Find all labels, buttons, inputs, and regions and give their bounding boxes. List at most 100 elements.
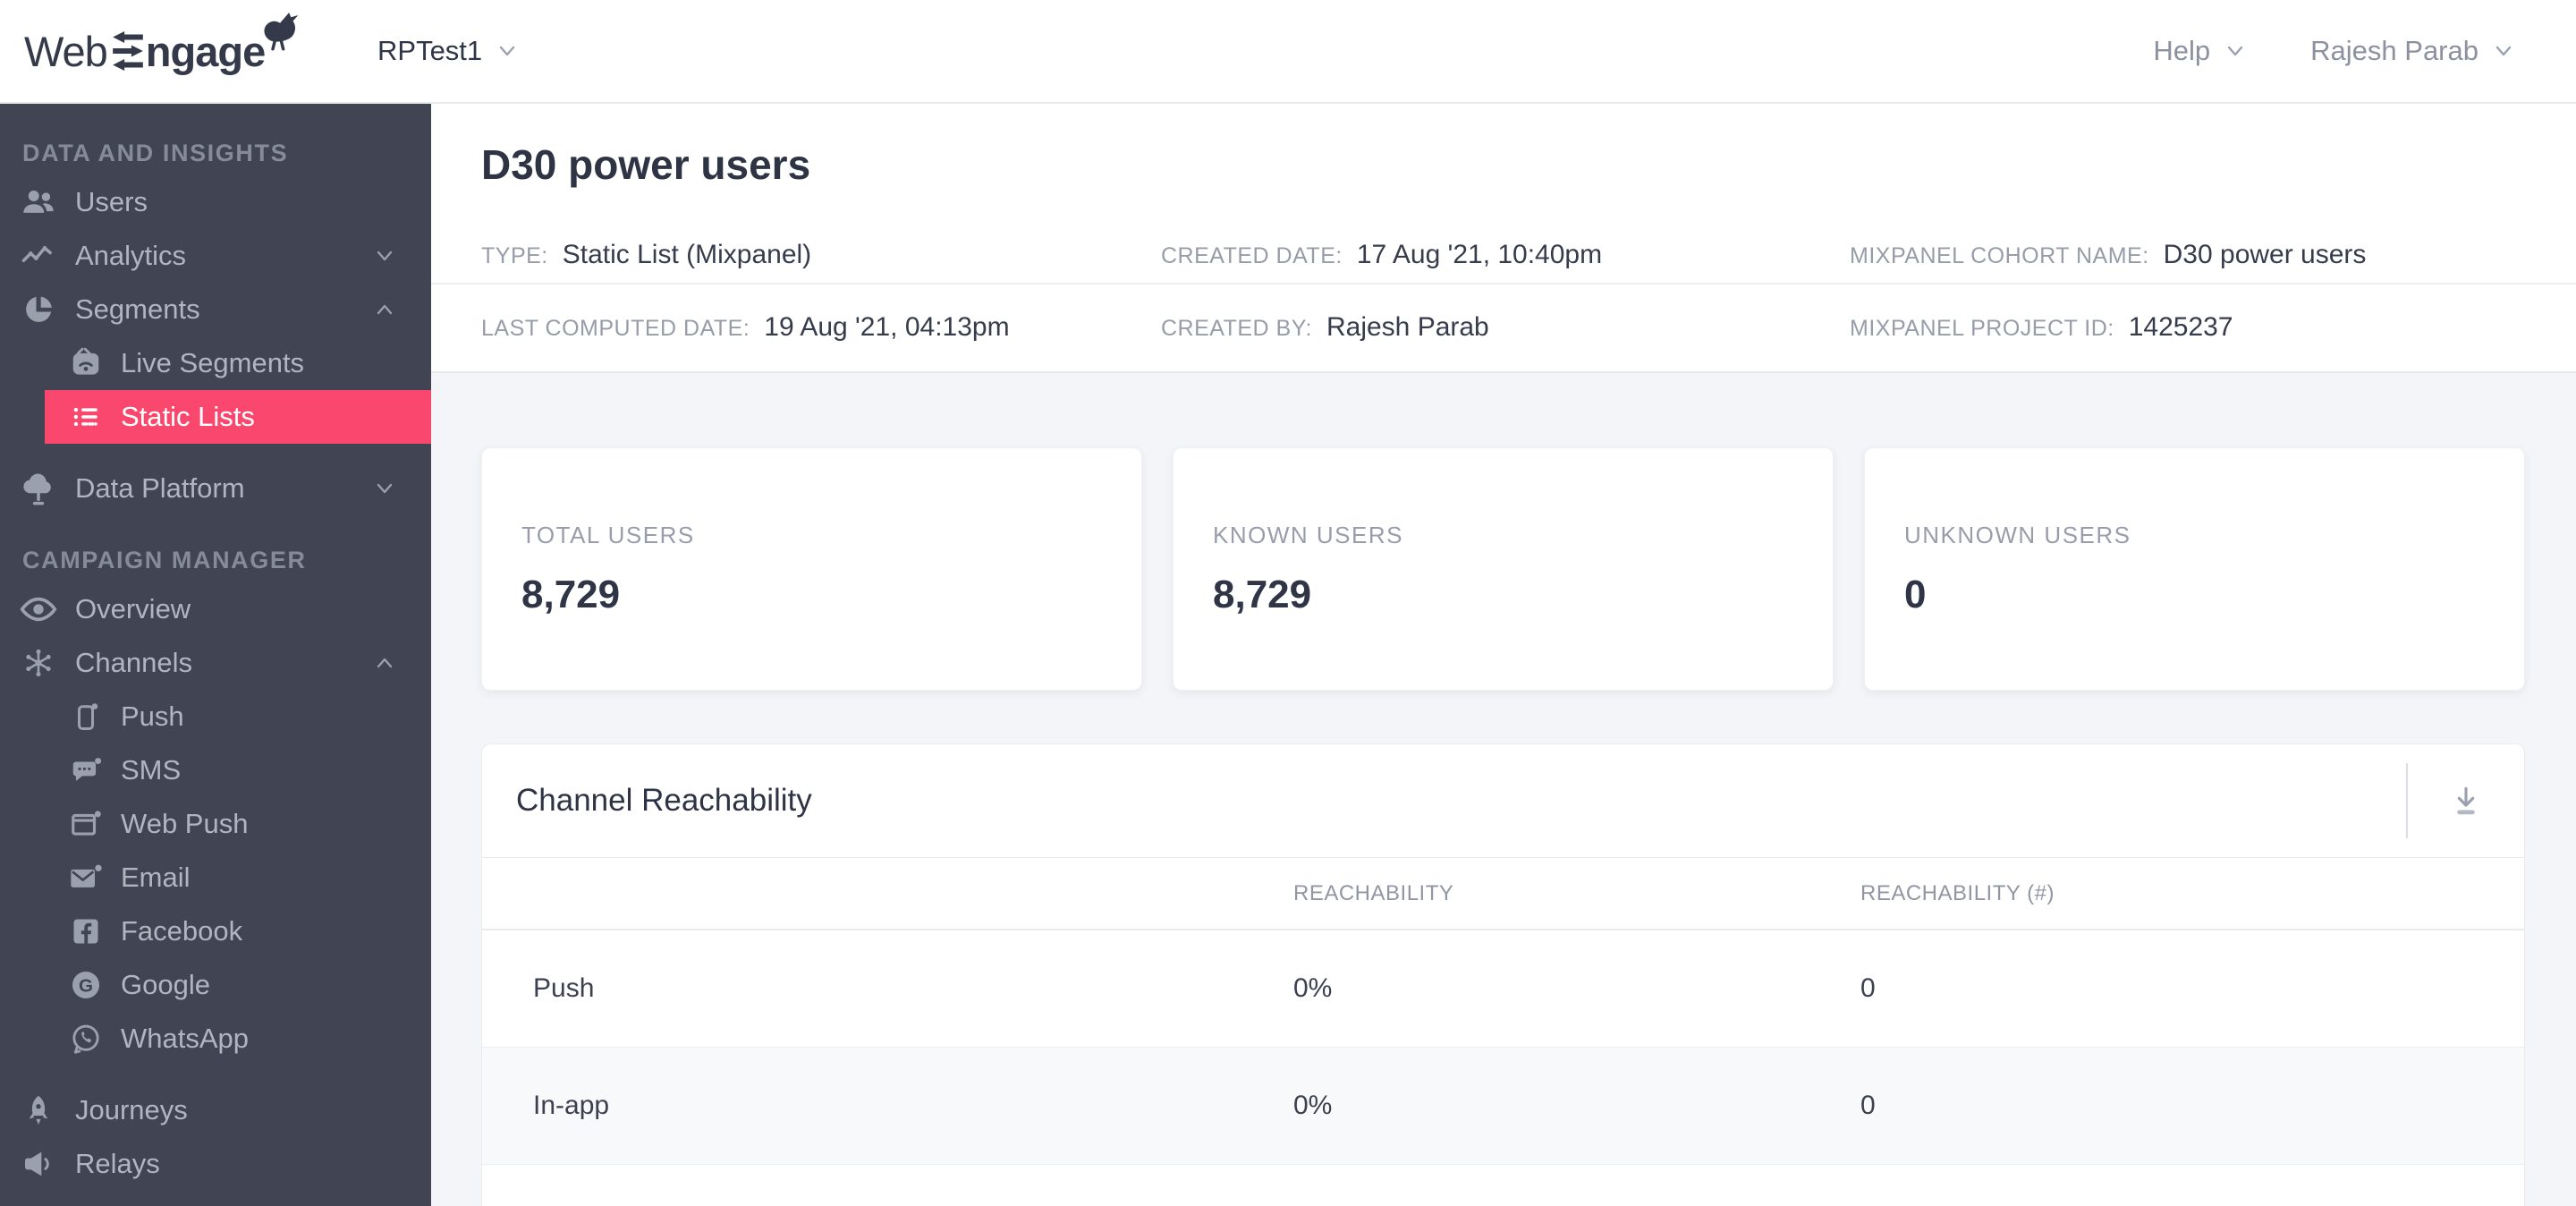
sidebar-item-sms[interactable]: SMS (0, 743, 431, 797)
meta-value: 17 Aug '21, 10:40pm (1356, 240, 1603, 269)
chevron-down-icon (2221, 37, 2250, 65)
sidebar-item-label: Analytics (75, 240, 187, 271)
cell-count: 0 (1860, 1091, 1876, 1120)
sidebar-item-label: Live Segments (121, 347, 305, 378)
sidebar-item-label: Overview (75, 593, 191, 624)
meta-label: MIXPANEL COHORT NAME: (1850, 243, 2149, 268)
stat-value: 8,729 (521, 572, 621, 616)
sidebar-item-label: Email (121, 862, 191, 893)
sidebar-item-label: Channels (75, 647, 192, 678)
panel-title: Channel Reachability (516, 783, 812, 818)
meta-label: MIXPANEL PROJECT ID: (1850, 315, 2114, 341)
sidebar-item-label: Segments (75, 293, 200, 325)
users-icon (18, 183, 59, 221)
sidebar: DATA AND INSIGHTS Users Analytics Segmen… (0, 104, 431, 1206)
sidebar-item-label: Users (75, 186, 148, 217)
meta-type: TYPE: Static List (Mixpanel) (481, 240, 1161, 270)
channel-reachability-panel: Channel Reachability REACHABILITY REACHA… (481, 743, 2525, 1206)
sidebar-item-email[interactable]: Email (0, 851, 431, 904)
sidebar-item-overview[interactable]: Overview (0, 582, 431, 636)
sidebar-item-label: Facebook (121, 915, 243, 947)
sidebar-item-users[interactable]: Users (0, 175, 431, 229)
facebook-icon (67, 915, 105, 947)
eye-icon (18, 590, 59, 629)
data-platform-icon (18, 470, 59, 507)
table-row-push: Push 0% 0 (482, 930, 2524, 1048)
logo-text-engage: ngage (145, 27, 266, 75)
chevron-down-icon (370, 242, 399, 270)
sidebar-item-label: Journeys (75, 1094, 188, 1125)
user-name: Rajesh Parab (2310, 35, 2479, 66)
meta-last-computed-date: LAST COMPUTED DATE: 19 Aug '21, 04:13pm (481, 312, 1161, 343)
sidebar-item-static-lists[interactable]: Static Lists (45, 390, 431, 444)
segments-icon (18, 292, 59, 327)
sidebar-item-live-segments[interactable]: Live Segments (0, 336, 431, 390)
sidebar-item-analytics[interactable]: Analytics (0, 229, 431, 283)
topbar: Web ngage RPTest1 Help Rajesh Parab (0, 0, 2576, 104)
sidebar-item-label: Push (121, 701, 184, 732)
meta-mixpanel-cohort-name: MIXPANEL COHORT NAME: D30 power users (1850, 240, 2576, 270)
meta-value: Rajesh Parab (1326, 311, 1489, 342)
topbar-right: Help Rajesh Parab (2153, 35, 2518, 67)
logo-arrows-e-icon (112, 31, 143, 71)
meta-created-by: CREATED BY: Rajesh Parab (1161, 312, 1850, 343)
channels-hub-icon (18, 645, 59, 681)
whatsapp-icon (67, 1022, 105, 1056)
meta-value: D30 power users (2163, 240, 2367, 269)
sidebar-item-label: Static Lists (121, 401, 255, 432)
sidebar-item-push[interactable]: Push (0, 690, 431, 743)
project-switcher[interactable]: RPTest1 (377, 35, 521, 67)
stat-label: TOTAL USERS (521, 521, 695, 548)
sidebar-item-label: SMS (121, 754, 182, 786)
user-menu[interactable]: Rajesh Parab (2310, 35, 2518, 67)
browser-window-icon (67, 807, 105, 841)
main-content: D30 power users TYPE: Static List (Mixpa… (431, 104, 2576, 1206)
project-name: RPTest1 (377, 35, 483, 66)
panel-tools (2406, 744, 2524, 857)
meta-value: 19 Aug '21, 04:13pm (764, 311, 1010, 342)
stat-label: KNOWN USERS (1213, 521, 1403, 548)
sidebar-item-channels[interactable]: Channels (0, 636, 431, 690)
stat-card-known-users: KNOWN USERS 8,729 (1173, 447, 1834, 691)
static-lists-icon (67, 400, 105, 434)
table-header-row: REACHABILITY REACHABILITY (#) (482, 858, 2524, 930)
rocket-icon (18, 1093, 59, 1127)
cell-percent: 0% (1293, 973, 1333, 1003)
stat-cards: TOTAL USERS 8,729 KNOWN USERS 8,729 UNKN… (481, 447, 2525, 691)
sidebar-item-label: Google (121, 969, 210, 1000)
sidebar-item-facebook[interactable]: Facebook (0, 904, 431, 958)
sidebar-item-label: Web Push (121, 808, 249, 839)
help-label: Help (2153, 35, 2211, 66)
sidebar-item-journeys[interactable]: Journeys (0, 1083, 431, 1137)
svg-text:G: G (79, 975, 93, 996)
logo-text-web: Web (24, 27, 108, 75)
table-col-reachability-count: REACHABILITY (#) (1860, 880, 2055, 905)
chevron-up-icon (370, 295, 399, 324)
meta-label: CREATED DATE: (1161, 243, 1343, 268)
webengage-logo[interactable]: Web ngage (24, 12, 299, 76)
meta-row-2: LAST COMPUTED DATE: 19 Aug '21, 04:13pm … (431, 285, 2576, 369)
sidebar-item-relays[interactable]: Relays (0, 1137, 431, 1191)
sidebar-item-label: Relays (75, 1148, 160, 1179)
meta-mixpanel-project-id: MIXPANEL PROJECT ID: 1425237 (1850, 312, 2576, 343)
sidebar-item-google[interactable]: G Google (0, 958, 431, 1012)
chevron-up-icon (370, 649, 399, 677)
sidebar-item-web-push[interactable]: Web Push (0, 797, 431, 851)
meta-label: TYPE: (481, 243, 548, 268)
download-button[interactable] (2408, 744, 2524, 857)
sidebar-item-data-platform[interactable]: Data Platform (0, 462, 431, 515)
page-title: D30 power users (481, 141, 811, 188)
stat-card-total-users: TOTAL USERS 8,729 (481, 447, 1142, 691)
stat-label: UNKNOWN USERS (1904, 521, 2131, 548)
sidebar-item-label: Data Platform (75, 472, 245, 504)
help-menu[interactable]: Help (2153, 35, 2250, 67)
sidebar-item-whatsapp[interactable]: WhatsApp (0, 1012, 431, 1066)
stat-card-unknown-users: UNKNOWN USERS 0 (1864, 447, 2525, 691)
sidebar-item-segments[interactable]: Segments (0, 283, 431, 336)
cell-channel: Push (533, 973, 595, 1003)
meta-value: 1425237 (2128, 311, 2233, 342)
email-envelope-icon (67, 860, 105, 896)
meta-created-date: CREATED DATE: 17 Aug '21, 10:40pm (1161, 240, 1850, 270)
chevron-down-icon (493, 37, 521, 65)
meta-row-1: TYPE: Static List (Mixpanel) CREATED DAT… (431, 227, 2576, 285)
